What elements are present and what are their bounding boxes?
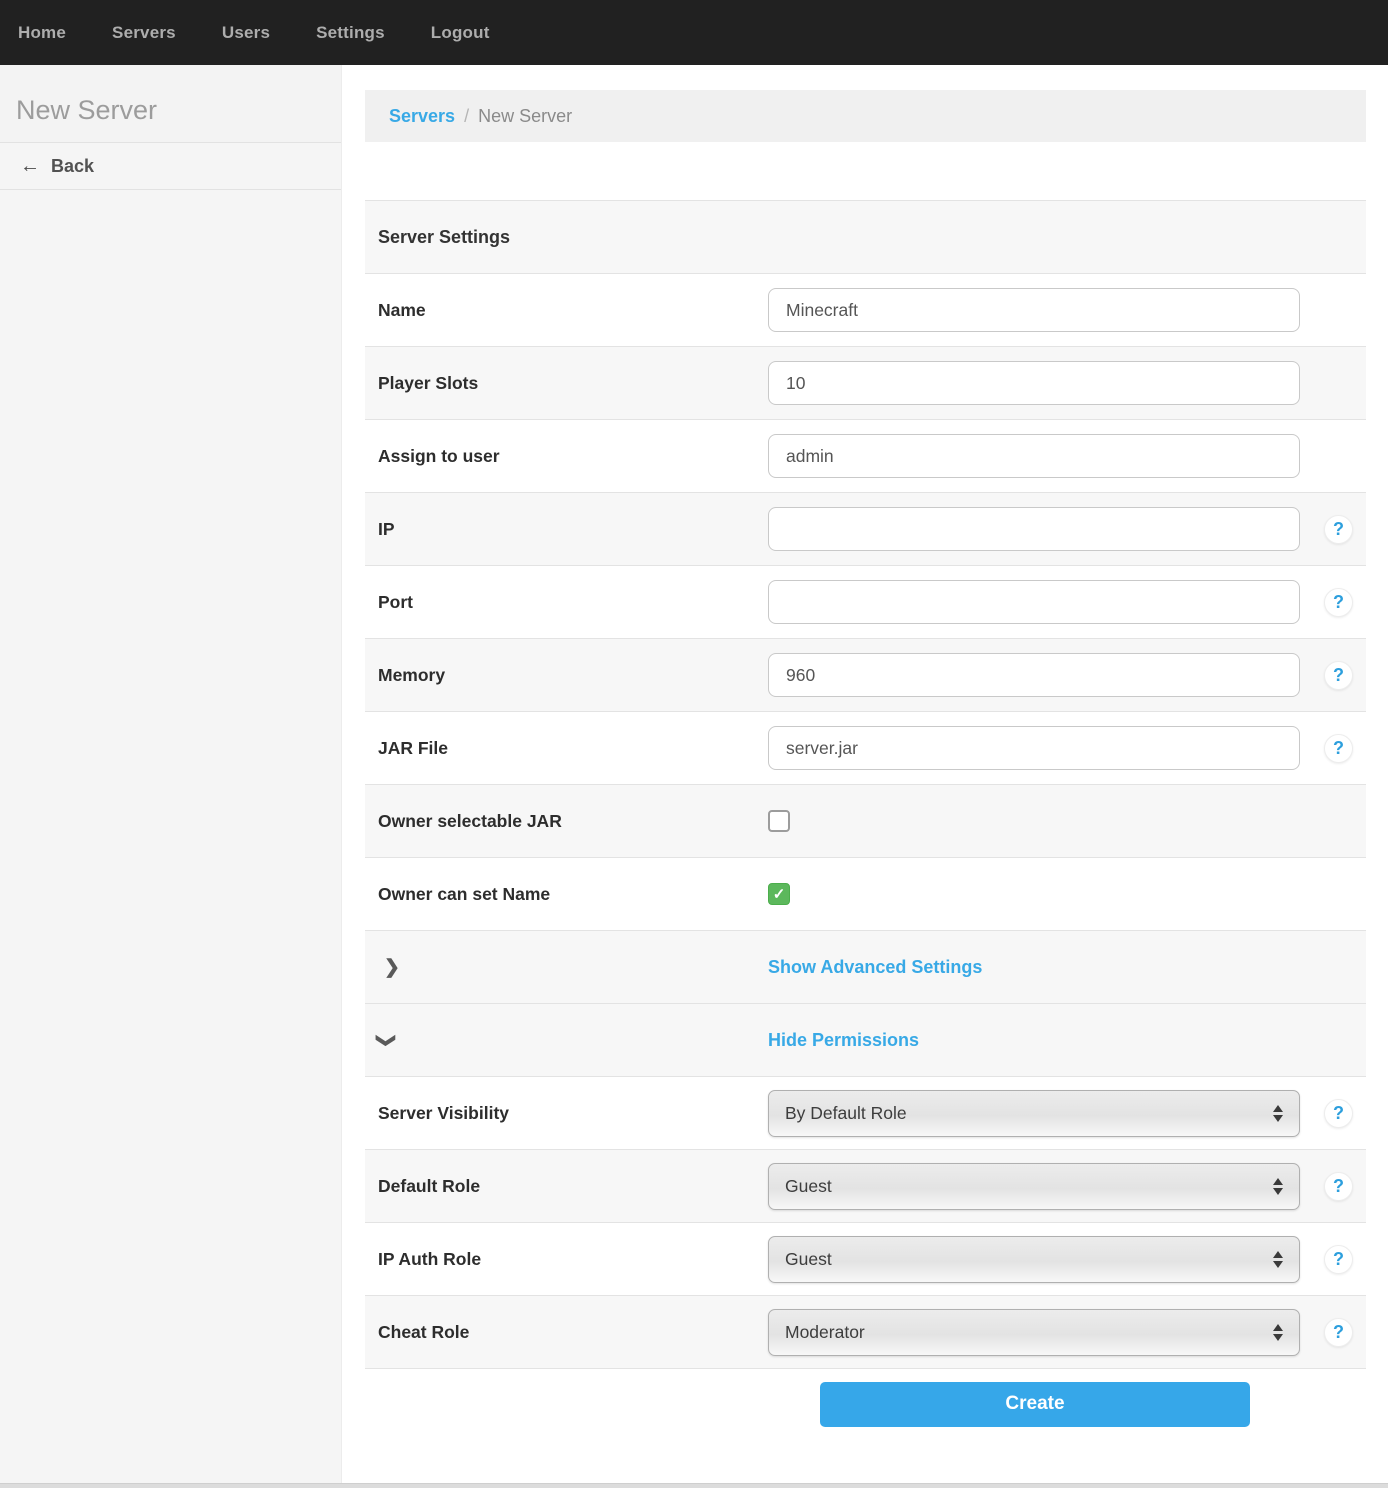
nav-item-logout[interactable]: Logout xyxy=(431,23,490,43)
default-role-label: Default Role xyxy=(378,1176,768,1197)
top-nav: Home Servers Users Settings Logout xyxy=(0,0,1388,65)
hide-permissions-row: ❯ Hide Permissions xyxy=(365,1004,1366,1077)
player-slots-input[interactable] xyxy=(768,361,1300,405)
default-role-help-icon[interactable]: ? xyxy=(1324,1172,1353,1201)
select-arrows-icon xyxy=(1273,1324,1283,1341)
chevron-down-icon: ❯ xyxy=(376,1032,395,1048)
server-visibility-label: Server Visibility xyxy=(378,1103,768,1124)
main-content: Servers / New Server Server Settings Nam… xyxy=(342,65,1388,1483)
port-input[interactable] xyxy=(768,580,1300,624)
show-advanced-settings-link[interactable]: Show Advanced Settings xyxy=(768,957,982,978)
memory-row: Memory ? xyxy=(365,639,1366,712)
jar-file-help-icon[interactable]: ? xyxy=(1324,734,1353,763)
cheat-role-value: Moderator xyxy=(785,1322,865,1343)
show-advanced-settings-row: ❯ Show Advanced Settings xyxy=(365,931,1366,1004)
cheat-role-select[interactable]: Moderator xyxy=(768,1309,1300,1356)
assign-to-user-row: Assign to user xyxy=(365,420,1366,493)
name-label: Name xyxy=(378,300,768,321)
create-row: Create xyxy=(365,1369,1366,1431)
default-role-value: Guest xyxy=(785,1176,832,1197)
select-arrows-icon xyxy=(1273,1105,1283,1122)
ip-row: IP ? xyxy=(365,493,1366,566)
player-slots-row: Player Slots xyxy=(365,347,1366,420)
owner-can-set-name-row: Owner can set Name ✓ xyxy=(365,858,1366,931)
memory-input[interactable] xyxy=(768,653,1300,697)
owner-can-set-name-label: Owner can set Name xyxy=(378,884,768,905)
nav-item-users[interactable]: Users xyxy=(222,23,270,43)
jar-file-input[interactable] xyxy=(768,726,1300,770)
hide-permissions-link[interactable]: Hide Permissions xyxy=(768,1030,919,1051)
nav-item-settings[interactable]: Settings xyxy=(316,23,385,43)
ip-auth-role-select[interactable]: Guest xyxy=(768,1236,1300,1283)
jar-file-label: JAR File xyxy=(378,738,768,759)
nav-item-servers[interactable]: Servers xyxy=(112,23,176,43)
port-help-icon[interactable]: ? xyxy=(1324,588,1353,617)
assign-to-user-input[interactable] xyxy=(768,434,1300,478)
cheat-role-label: Cheat Role xyxy=(378,1322,768,1343)
player-slots-label: Player Slots xyxy=(378,373,768,394)
page-layout: New Server ← Back Servers / New Server S… xyxy=(0,65,1388,1483)
back-button[interactable]: ← Back xyxy=(0,143,341,190)
sidebar: New Server ← Back xyxy=(0,65,342,1483)
breadcrumb-separator: / xyxy=(464,106,469,127)
memory-label: Memory xyxy=(378,665,768,686)
owner-selectable-jar-row: Owner selectable JAR xyxy=(365,785,1366,858)
ip-auth-role-help-icon[interactable]: ? xyxy=(1324,1245,1353,1274)
back-label: Back xyxy=(51,156,94,177)
server-settings-form: Server Settings Name Player Slots Assign… xyxy=(365,200,1366,1431)
ip-auth-role-row: IP Auth Role Guest ? xyxy=(365,1223,1366,1296)
server-visibility-value: By Default Role xyxy=(785,1103,907,1124)
checkmark-icon: ✓ xyxy=(773,887,786,902)
port-label: Port xyxy=(378,592,768,613)
jar-file-row: JAR File ? xyxy=(365,712,1366,785)
default-role-row: Default Role Guest ? xyxy=(365,1150,1366,1223)
ip-input[interactable] xyxy=(768,507,1300,551)
select-arrows-icon xyxy=(1273,1251,1283,1268)
chevron-right-icon: ❯ xyxy=(378,958,400,977)
back-arrow-icon: ← xyxy=(20,156,40,176)
cheat-role-help-icon[interactable]: ? xyxy=(1324,1318,1353,1347)
port-row: Port ? xyxy=(365,566,1366,639)
assign-to-user-label: Assign to user xyxy=(378,446,768,467)
select-arrows-icon xyxy=(1273,1178,1283,1195)
ip-help-icon[interactable]: ? xyxy=(1324,515,1353,544)
ip-label: IP xyxy=(378,519,768,540)
memory-help-icon[interactable]: ? xyxy=(1324,661,1353,690)
page-bottom-strip xyxy=(0,1483,1388,1488)
owner-selectable-jar-label: Owner selectable JAR xyxy=(378,811,768,832)
server-visibility-select[interactable]: By Default Role xyxy=(768,1090,1300,1137)
create-button[interactable]: Create xyxy=(820,1382,1250,1427)
breadcrumb-servers-link[interactable]: Servers xyxy=(389,106,455,127)
section-title: Server Settings xyxy=(378,227,768,248)
ip-auth-role-label: IP Auth Role xyxy=(378,1249,768,1270)
server-visibility-help-icon[interactable]: ? xyxy=(1324,1099,1353,1128)
nav-item-home[interactable]: Home xyxy=(18,23,66,43)
cheat-role-row: Cheat Role Moderator ? xyxy=(365,1296,1366,1369)
server-visibility-row: Server Visibility By Default Role ? xyxy=(365,1077,1366,1150)
name-row: Name xyxy=(365,274,1366,347)
default-role-select[interactable]: Guest xyxy=(768,1163,1300,1210)
page-title: New Server xyxy=(0,65,341,143)
breadcrumb-current: New Server xyxy=(478,106,572,127)
ip-auth-role-value: Guest xyxy=(785,1249,832,1270)
owner-selectable-jar-checkbox[interactable] xyxy=(768,810,790,832)
section-header-row: Server Settings xyxy=(365,201,1366,274)
name-input[interactable] xyxy=(768,288,1300,332)
owner-can-set-name-checkbox[interactable]: ✓ xyxy=(768,883,790,905)
breadcrumb: Servers / New Server xyxy=(365,90,1366,142)
